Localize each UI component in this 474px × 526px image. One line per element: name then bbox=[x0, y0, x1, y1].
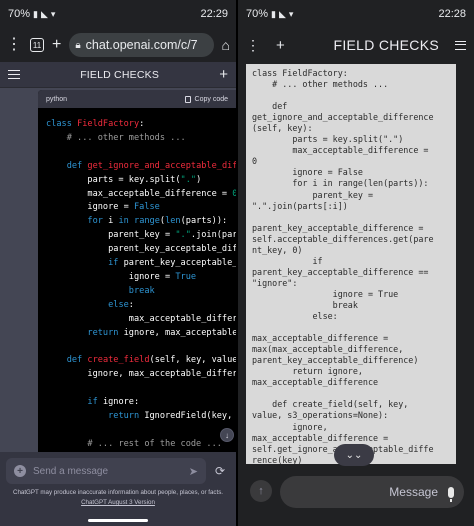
status-bar: 70% ▮ ◣ ▾ 22:29 bbox=[0, 0, 236, 28]
arrow-up-icon[interactable]: ↑ bbox=[250, 480, 272, 502]
address-bar[interactable]: 🔒︎ chat.openai.com/c/7 bbox=[69, 33, 214, 57]
chevron-down-icon: ⌄⌄ bbox=[345, 449, 363, 461]
code-content: class FieldFactory: # ... other methods … bbox=[46, 119, 236, 449]
message-input[interactable]: + Send a message ➤ bbox=[6, 458, 206, 484]
mic-icon[interactable] bbox=[448, 486, 454, 502]
new-chat-icon[interactable]: + bbox=[276, 38, 285, 53]
message-placeholder: Message bbox=[389, 485, 438, 499]
code-block: python Copy code class FieldFactory: # .… bbox=[38, 90, 236, 452]
chat-header: FIELD CHECKS + bbox=[0, 62, 236, 88]
sim-icon: ▮ bbox=[271, 8, 276, 19]
scroll-down-button[interactable]: ⌄⌄ bbox=[334, 444, 374, 466]
copy-code-label: Copy code bbox=[194, 95, 228, 103]
browser-toolbar: ⋮ 11 + 🔒︎ chat.openai.com/c/7 ⌂ bbox=[0, 28, 236, 62]
send-icon[interactable]: ➤ bbox=[189, 465, 198, 478]
gesture-bar bbox=[88, 519, 148, 522]
wifi-icon: ▾ bbox=[288, 8, 294, 19]
arrow-down-icon: ↓ bbox=[225, 430, 229, 440]
composer-area: + Send a message ➤ ⟳ ChatGPT may produce… bbox=[0, 452, 236, 526]
battery-text: 70% bbox=[246, 8, 269, 20]
clock: 22:28 bbox=[438, 8, 466, 20]
disclaimer-text: ChatGPT may produce inaccurate informati… bbox=[12, 489, 224, 496]
wifi-icon: ▾ bbox=[50, 8, 56, 19]
version-link[interactable]: ChatGPT August 3 Version bbox=[81, 499, 155, 506]
plain-code-message: class FieldFactory: # ... other methods … bbox=[246, 64, 456, 464]
chat-title: FIELD CHECKS bbox=[80, 68, 160, 81]
chat-title: FIELD CHECKS bbox=[333, 37, 439, 53]
status-bar: 70% ▮ ◣ ▾ 22:28 bbox=[238, 0, 474, 28]
composer-area: ↑ Message bbox=[238, 468, 474, 526]
menu-icon[interactable] bbox=[455, 40, 466, 50]
lock-icon: 🔒︎ bbox=[75, 39, 81, 51]
refresh-icon[interactable]: ⟳ bbox=[215, 464, 225, 478]
home-icon[interactable]: ⌂ bbox=[222, 38, 230, 52]
left-screen: 70% ▮ ◣ ▾ 22:29 ⋮ 11 + 🔒︎ chat.openai.co… bbox=[0, 0, 236, 526]
code-block-header: python Copy code bbox=[38, 90, 236, 108]
url-text: chat.openai.com/c/7 bbox=[85, 38, 198, 52]
clock: 22:29 bbox=[200, 8, 228, 20]
copy-icon bbox=[184, 95, 191, 103]
plus-icon[interactable]: + bbox=[14, 465, 26, 477]
chat-content: python Copy code class FieldFactory: # .… bbox=[0, 88, 236, 452]
copy-code-button[interactable]: Copy code bbox=[184, 95, 228, 103]
new-chat-icon[interactable]: + bbox=[219, 67, 228, 82]
signal-icon: ◣ bbox=[40, 8, 48, 19]
message-input[interactable]: Message bbox=[280, 476, 464, 508]
menu-icon[interactable] bbox=[8, 70, 20, 79]
more-vert-icon[interactable]: ⋮ bbox=[6, 37, 22, 53]
new-tab-icon[interactable]: + bbox=[52, 37, 61, 53]
right-screen: 70% ▮ ◣ ▾ 22:28 ⋮ + FIELD CHECKS class F… bbox=[238, 0, 474, 526]
code-language: python bbox=[46, 95, 68, 103]
more-vert-icon[interactable]: ⋮ bbox=[246, 38, 260, 52]
sim-icon: ▮ bbox=[33, 8, 38, 19]
scroll-down-button[interactable]: ↓ bbox=[220, 428, 234, 442]
disclaimer: ChatGPT may produce inaccurate informati… bbox=[0, 488, 236, 508]
plain-code-text: class FieldFactory: # ... other methods … bbox=[252, 68, 434, 464]
signal-icon: ◣ bbox=[278, 8, 286, 19]
message-placeholder: Send a message bbox=[33, 465, 109, 477]
app-header: ⋮ + FIELD CHECKS bbox=[238, 28, 474, 62]
tab-switcher-button[interactable]: 11 bbox=[30, 38, 44, 52]
battery-text: 70% bbox=[8, 8, 31, 20]
